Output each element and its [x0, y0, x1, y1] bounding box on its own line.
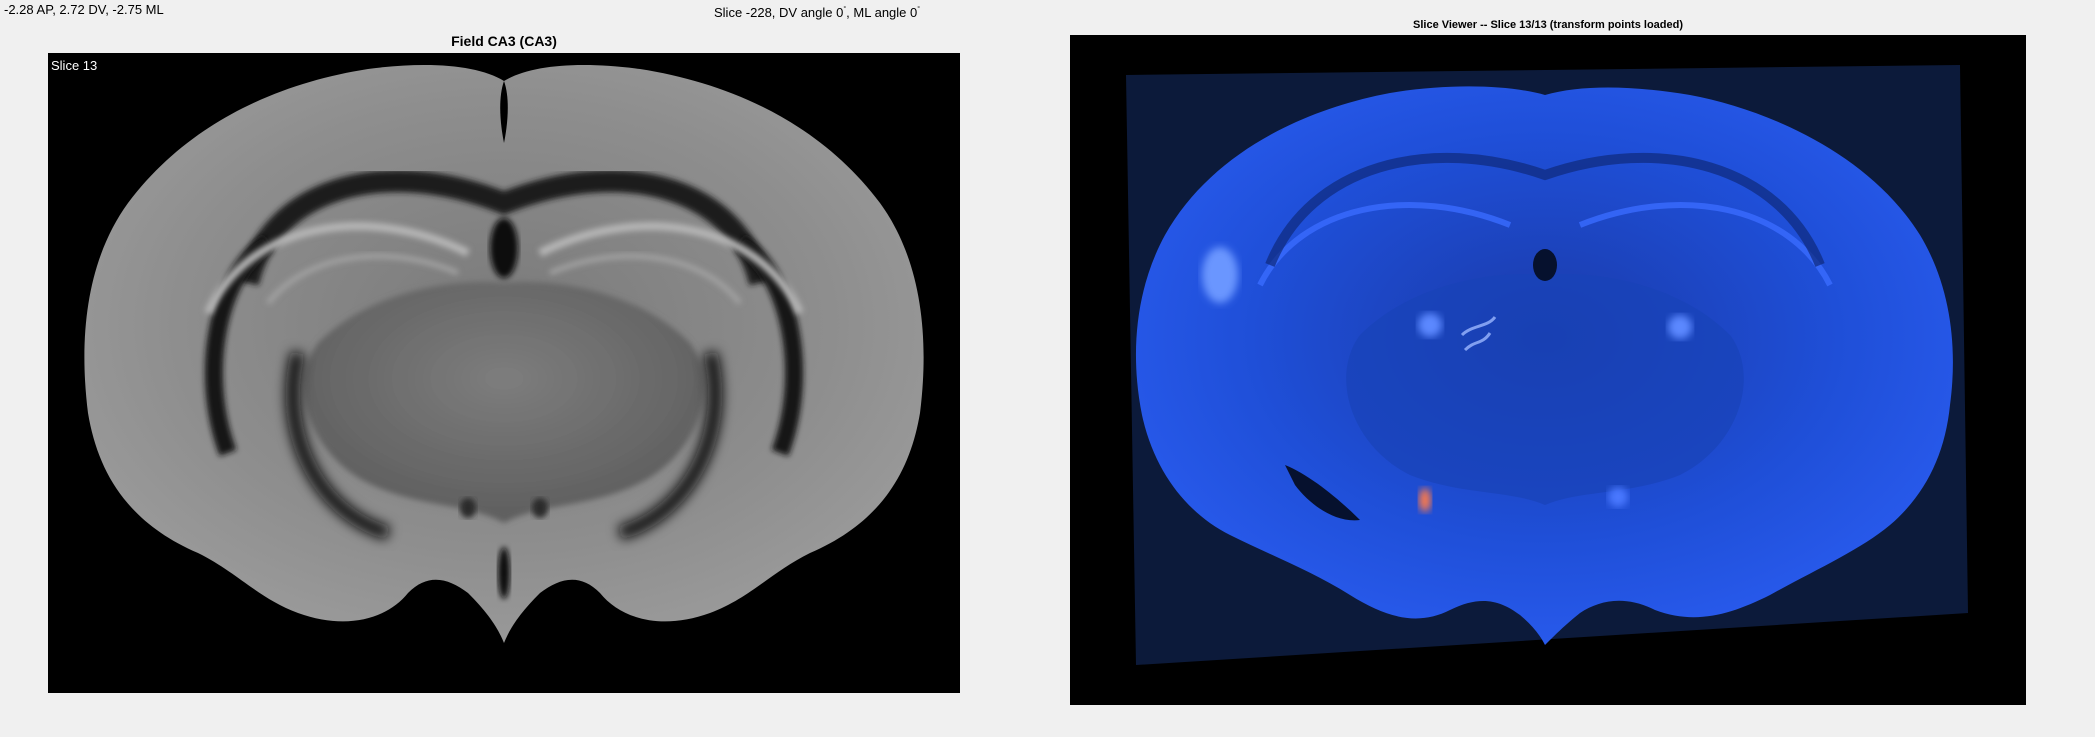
atlas-left-nucleus	[460, 498, 476, 518]
histology-thalamus	[1346, 274, 1744, 505]
ml-angle-text: , ML angle 0	[846, 5, 918, 20]
coordinate-readout: -2.28 AP, 2.72 DV, -2.75 ML	[4, 2, 164, 17]
histology-slice-image[interactable]	[1070, 35, 2026, 705]
histology-bright-spot-right	[1668, 315, 1692, 339]
atlas-brain-image[interactable]	[48, 53, 960, 693]
atlas-third-ventricle	[498, 547, 510, 599]
histology-red-hotspot	[1419, 488, 1431, 512]
histology-bright-spot-left	[1418, 313, 1442, 337]
ml-degree-mark: °	[917, 6, 921, 13]
histology-cortex-bright	[1202, 247, 1238, 303]
slice-number-label: Slice 13	[51, 58, 98, 73]
histology-bright-spot-lower	[1608, 487, 1628, 507]
atlas-slice-axes[interactable]: Slice 13	[48, 53, 960, 693]
histology-ventricle	[1533, 249, 1557, 281]
atlas-region-title: Field CA3 (CA3)	[451, 33, 557, 49]
slice-angle-readout: Slice -228, DV angle 0°, ML angle 0°	[714, 5, 920, 20]
slice-viewer-title: Slice Viewer -- Slice 13/13 (transform p…	[1413, 19, 1683, 31]
atlas-ventricle	[490, 218, 518, 278]
histology-slice-axes[interactable]	[1070, 35, 2026, 705]
atlas-right-nucleus	[532, 498, 548, 518]
slice-position-text: Slice -228, DV angle 0	[714, 5, 844, 20]
